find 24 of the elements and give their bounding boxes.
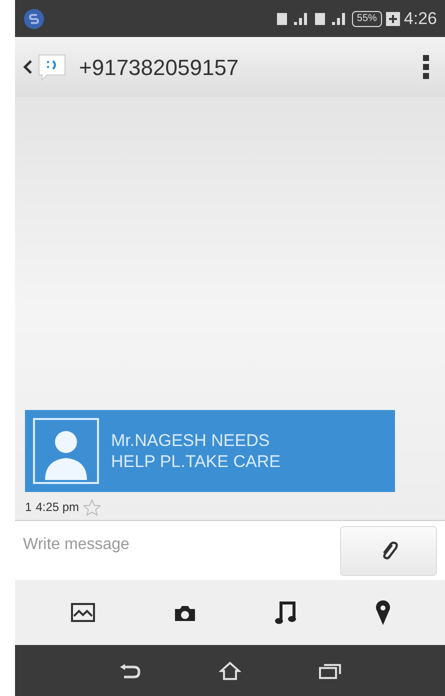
- back-nav-icon[interactable]: [118, 662, 142, 678]
- sim-signal-icon: [314, 10, 348, 26]
- battery-level: 55%: [352, 10, 382, 26]
- message-count: 1: [25, 499, 32, 516]
- star-icon[interactable]: [83, 498, 102, 516]
- attach-button[interactable]: [340, 526, 437, 576]
- overflow-menu-icon[interactable]: [423, 54, 429, 80]
- music-note-icon[interactable]: [274, 598, 298, 626]
- charging-icon: [386, 12, 400, 26]
- message-input-field[interactable]: Write message: [23, 525, 340, 565]
- messaging-app-icon: [37, 53, 67, 81]
- message-bubble[interactable]: Mr.NAGESH NEEDS HELP PL.TAKE CARE: [25, 410, 395, 492]
- contact-number: +917382059157: [79, 54, 239, 82]
- clock: 4:26: [404, 8, 437, 30]
- avatar-icon: [33, 418, 99, 484]
- sim-signal-icon: [276, 10, 310, 26]
- message-text: Mr.NAGESH NEEDS HELP PL.TAKE CARE: [111, 430, 282, 472]
- gallery-icon[interactable]: [70, 600, 96, 624]
- app-notification-icon: [23, 8, 45, 30]
- back-icon[interactable]: [23, 59, 33, 75]
- message-time: 4:25 pm: [36, 499, 80, 516]
- location-pin-icon[interactable]: [374, 600, 390, 626]
- recent-apps-icon[interactable]: [318, 662, 342, 680]
- home-icon[interactable]: [218, 660, 241, 680]
